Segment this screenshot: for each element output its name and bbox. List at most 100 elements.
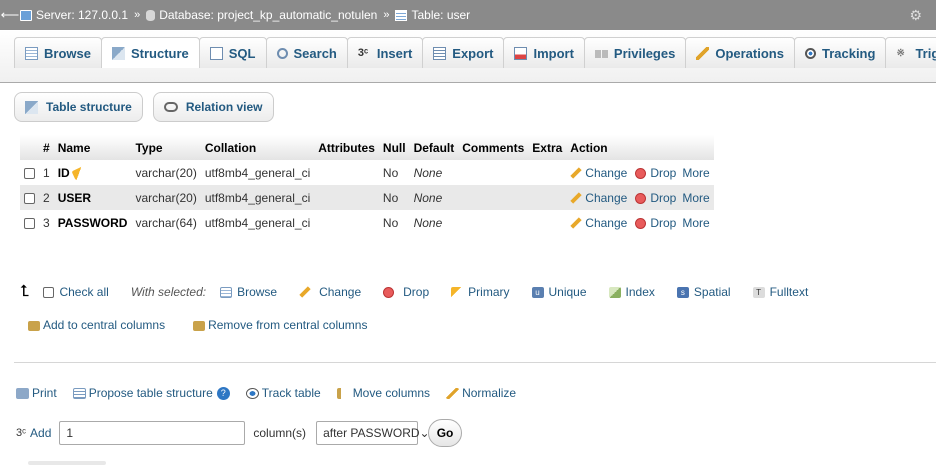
add-to-central-columns-link[interactable]: Add to central columns xyxy=(28,318,165,332)
bulk-index-button[interactable]: Index xyxy=(608,285,655,299)
row-null: No xyxy=(378,160,410,185)
row-checkbox[interactable] xyxy=(24,217,35,229)
row-num: 1 xyxy=(39,160,54,185)
breadcrumb-database-label[interactable]: Database: project_kp_automatic_notulen xyxy=(159,8,377,22)
column-count-input[interactable] xyxy=(59,421,246,445)
tab-export[interactable]: Export xyxy=(422,37,505,68)
tab-triggers[interactable]: ※ Triggers xyxy=(885,37,936,68)
track-table-link[interactable]: Track table xyxy=(245,386,321,400)
central-columns-actions: Add to central columns Remove from centr… xyxy=(28,318,367,332)
primary-key-icon xyxy=(71,165,89,181)
row-checkbox[interactable] xyxy=(24,192,35,204)
bulk-index-label: Index xyxy=(625,285,655,299)
tab-privileges[interactable]: Privileges xyxy=(583,37,687,68)
drop-link[interactable]: Drop xyxy=(627,191,676,205)
breadcrumb-server[interactable]: Server: 127.0.0.1 xyxy=(20,8,128,22)
tab-export-label: Export xyxy=(452,45,494,61)
bulk-browse-button[interactable]: Browse xyxy=(220,285,277,299)
change-link[interactable]: Change xyxy=(570,191,627,205)
remove-from-central-columns-link[interactable]: Remove from central columns xyxy=(193,318,367,332)
column-position-select[interactable]: after PASSWORD ⌄ xyxy=(316,421,430,445)
table-row: 3 PASSWORD varchar(64) utf8mb4_general_c… xyxy=(20,210,714,235)
header-default: Default xyxy=(409,135,459,160)
pencil-icon xyxy=(570,167,582,179)
breadcrumb-table-label[interactable]: Table: user xyxy=(411,8,470,22)
drop-label: Drop xyxy=(650,190,677,205)
normalize-link[interactable]: Normalize xyxy=(446,386,516,400)
more-link[interactable]: More xyxy=(682,166,709,180)
row-checkbox[interactable] xyxy=(24,167,35,179)
go-button[interactable]: Go xyxy=(428,419,463,447)
tab-tracking[interactable]: Tracking xyxy=(793,37,887,68)
breadcrumb-database[interactable]: Database: project_kp_automatic_notulen xyxy=(146,8,377,22)
tab-search[interactable]: Search xyxy=(265,37,348,68)
table-row: 2 USER varchar(20) utf8mb4_general_ci No… xyxy=(20,185,714,210)
tab-sql[interactable]: SQL xyxy=(198,37,267,68)
add-columns-form: 3ᶜ Add column(s) after PASSWORD ⌄ Go xyxy=(16,419,463,447)
row-comments xyxy=(458,185,529,210)
tab-browse[interactable]: Browse xyxy=(14,37,102,68)
breadcrumb-server-label[interactable]: Server: 127.0.0.1 xyxy=(36,8,128,22)
bulk-fulltext-button[interactable]: T Fulltext xyxy=(752,285,809,299)
header-action: Action xyxy=(566,135,714,160)
row-attributes xyxy=(314,160,379,185)
row-attributes xyxy=(314,210,379,235)
change-link[interactable]: Change xyxy=(570,216,627,230)
row-extra xyxy=(528,210,567,235)
track-table-label: Track table xyxy=(261,386,321,400)
print-icon xyxy=(16,388,29,400)
drop-icon xyxy=(383,286,395,298)
bulk-spatial-button[interactable]: s Spatial xyxy=(676,285,731,299)
move-columns-link[interactable]: Move columns xyxy=(336,386,431,400)
print-link[interactable]: Print xyxy=(16,386,57,400)
privileges-icon xyxy=(594,50,608,58)
collapse-arrow-icon[interactable]: ⟵ xyxy=(0,7,20,23)
check-all-label[interactable]: Check all xyxy=(59,285,108,299)
drop-link[interactable]: Drop xyxy=(627,166,676,180)
breadcrumb-table[interactable]: Table: user xyxy=(395,8,470,22)
with-selected-label: With selected: xyxy=(130,285,207,299)
tab-import[interactable]: Import xyxy=(503,37,585,68)
scroll-stub xyxy=(28,461,106,465)
index-icon xyxy=(608,286,621,298)
columns-unit-label: column(s) xyxy=(253,426,307,440)
table-structure-button[interactable]: Table structure xyxy=(14,92,143,122)
central-columns-icon xyxy=(28,320,40,331)
check-all-checkbox[interactable] xyxy=(43,286,55,298)
column-position-value: after PASSWORD xyxy=(323,426,420,440)
tab-structure[interactable]: Structure xyxy=(100,37,200,68)
import-icon xyxy=(514,46,528,60)
header-name[interactable]: Name xyxy=(53,135,132,160)
move-columns-label: Move columns xyxy=(352,386,431,400)
structure-icon xyxy=(111,46,125,60)
relation-view-button[interactable]: Relation view xyxy=(152,92,274,122)
row-type: varchar(20) xyxy=(131,185,201,210)
unique-icon: u xyxy=(531,286,544,298)
bulk-primary-button[interactable]: Primary xyxy=(451,285,510,299)
drop-link[interactable]: Drop xyxy=(627,216,676,230)
bulk-change-button[interactable]: Change xyxy=(299,285,361,299)
remove-from-central-label: Remove from central columns xyxy=(208,318,368,332)
help-icon[interactable]: ? xyxy=(216,387,230,401)
sql-icon xyxy=(209,46,223,60)
tab-operations[interactable]: Operations xyxy=(685,37,795,68)
relation-icon xyxy=(163,102,178,112)
bulk-drop-button[interactable]: Drop xyxy=(383,285,429,299)
header-attributes: Attributes xyxy=(314,135,379,160)
more-link[interactable]: More xyxy=(682,191,709,205)
relation-view-label: Relation view xyxy=(185,100,263,114)
row-type: varchar(20) xyxy=(131,160,201,185)
gear-icon[interactable]: ⚙ xyxy=(909,7,922,24)
check-all[interactable]: Check all xyxy=(43,285,109,299)
more-link[interactable]: More xyxy=(682,216,709,230)
tab-insert[interactable]: 3ᶜ Insert xyxy=(346,37,424,68)
propose-structure-link[interactable]: Propose table structure? xyxy=(72,386,230,401)
change-label: Change xyxy=(585,215,628,230)
bulk-fulltext-label: Fulltext xyxy=(769,285,809,299)
tracking-icon xyxy=(804,47,816,59)
bulk-unique-button[interactable]: u Unique xyxy=(531,285,587,299)
normalize-label: Normalize xyxy=(462,386,517,400)
row-comments xyxy=(458,210,529,235)
change-link[interactable]: Change xyxy=(570,166,627,180)
row-comments xyxy=(458,160,529,185)
